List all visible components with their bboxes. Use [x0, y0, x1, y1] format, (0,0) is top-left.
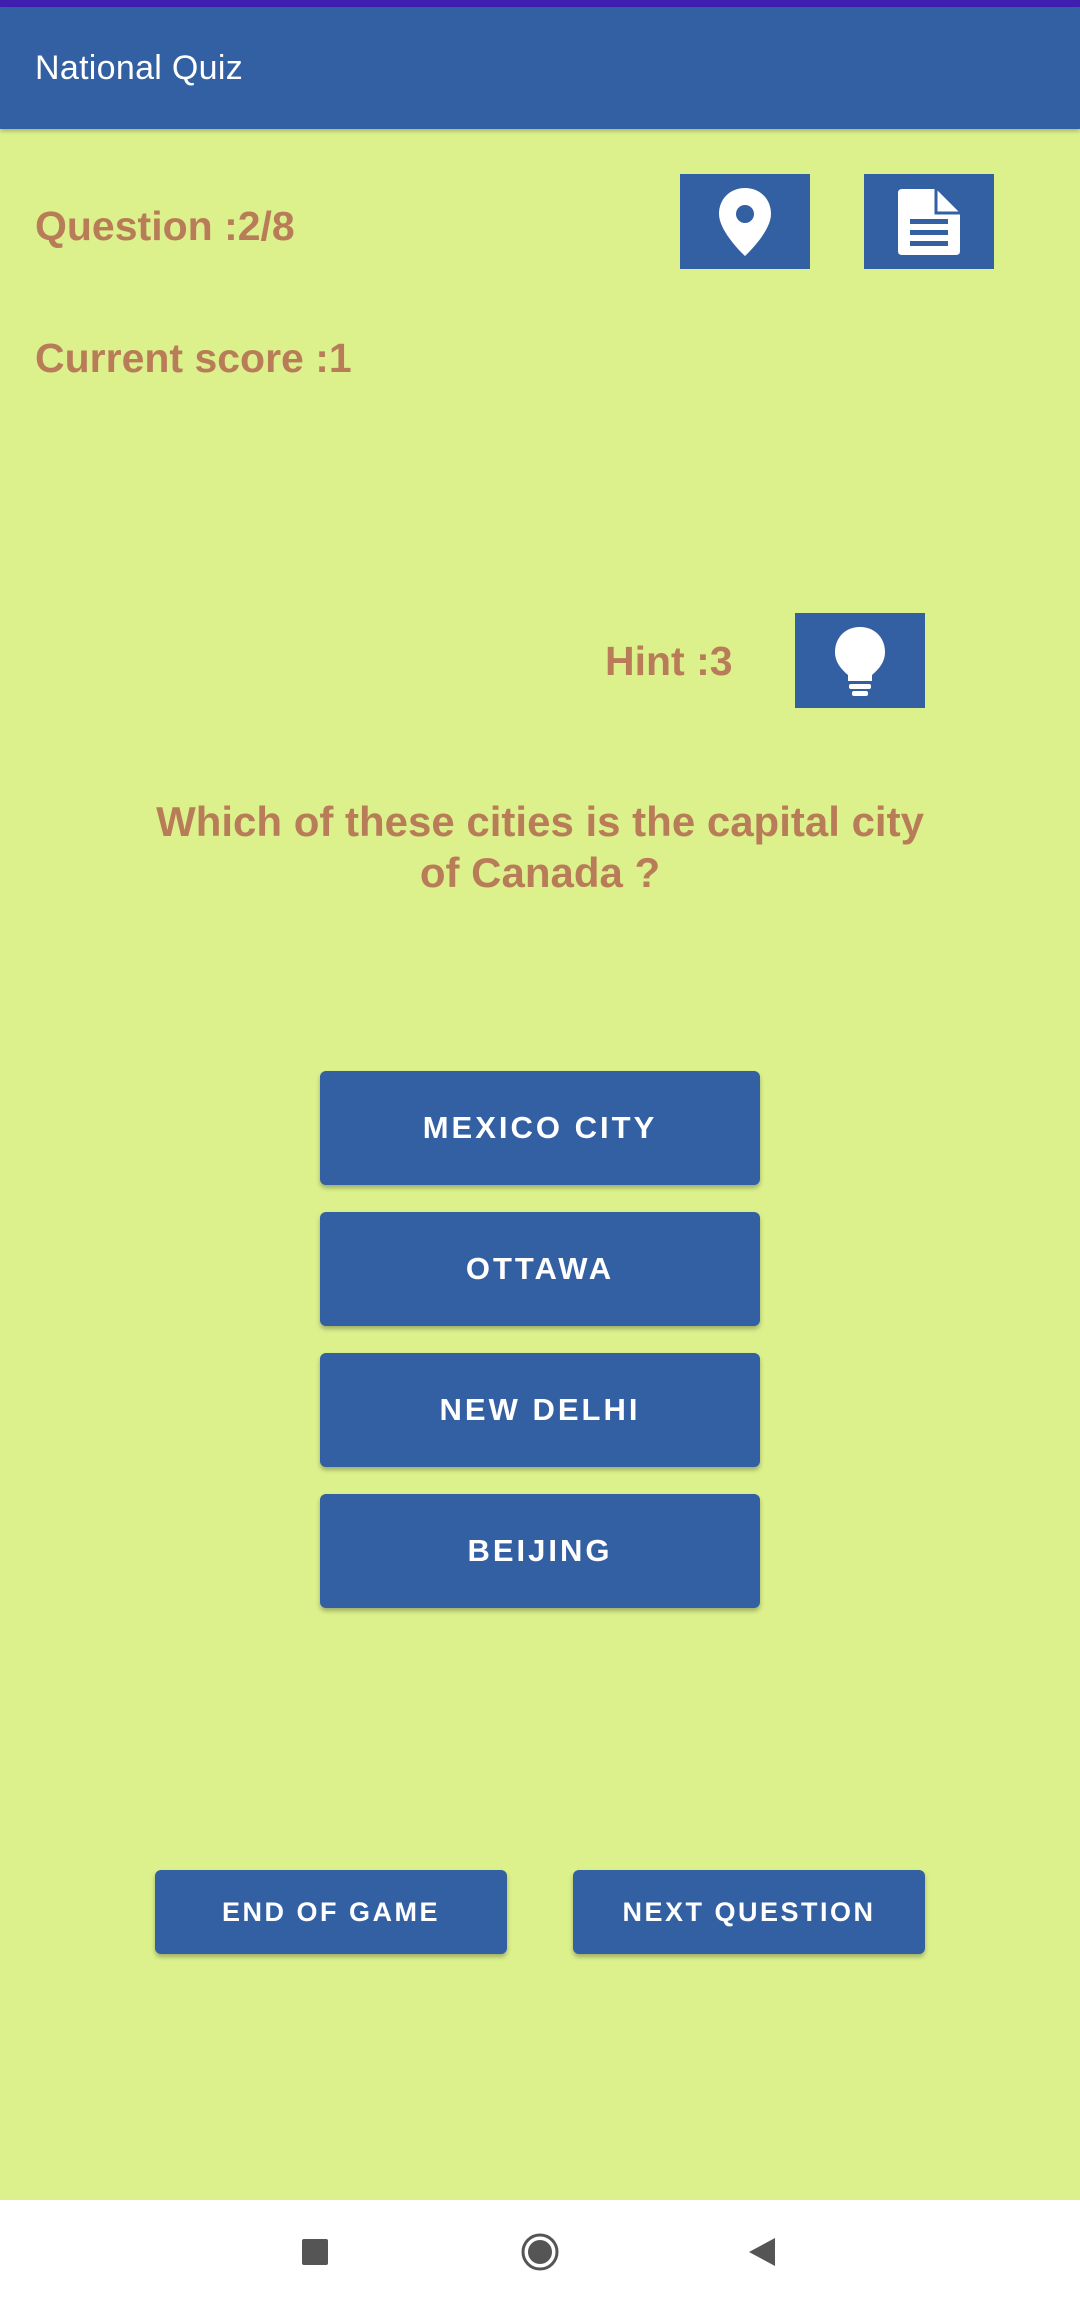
- next-question-button[interactable]: NEXT QUESTION: [573, 1870, 925, 1954]
- home-button[interactable]: [508, 2220, 572, 2284]
- map-button[interactable]: [680, 174, 810, 269]
- question-text: Which of these cities is the capital cit…: [156, 798, 924, 896]
- answer-button-new-delhi[interactable]: NEW DELHI: [320, 1353, 760, 1467]
- status-strip: [0, 0, 1080, 7]
- lightbulb-icon: [835, 626, 885, 696]
- system-navigation-bar: [0, 2200, 1080, 2304]
- triangle-back-icon: [749, 2238, 775, 2266]
- document-icon: [898, 188, 960, 255]
- square-icon: [302, 2239, 328, 2265]
- answer-button-mexico-city[interactable]: MEXICO CITY: [320, 1071, 760, 1185]
- answer-button-ottawa[interactable]: OTTAWA: [320, 1212, 760, 1326]
- end-game-button[interactable]: END OF GAME: [155, 1870, 507, 1954]
- app-title: National Quiz: [35, 49, 243, 87]
- hint-count: Hint :3: [605, 638, 733, 684]
- app-bar: National Quiz: [0, 7, 1080, 129]
- recents-button[interactable]: [283, 2220, 347, 2284]
- hint-button[interactable]: [795, 613, 925, 708]
- current-score: Current score :1: [35, 335, 352, 381]
- answer-button-beijing[interactable]: BEIJING: [320, 1494, 760, 1608]
- back-button[interactable]: [730, 2220, 794, 2284]
- circle-icon: [521, 2233, 559, 2271]
- notes-button[interactable]: [864, 174, 994, 269]
- map-pin-icon: [719, 187, 771, 256]
- question-counter: Question :2/8: [35, 203, 295, 249]
